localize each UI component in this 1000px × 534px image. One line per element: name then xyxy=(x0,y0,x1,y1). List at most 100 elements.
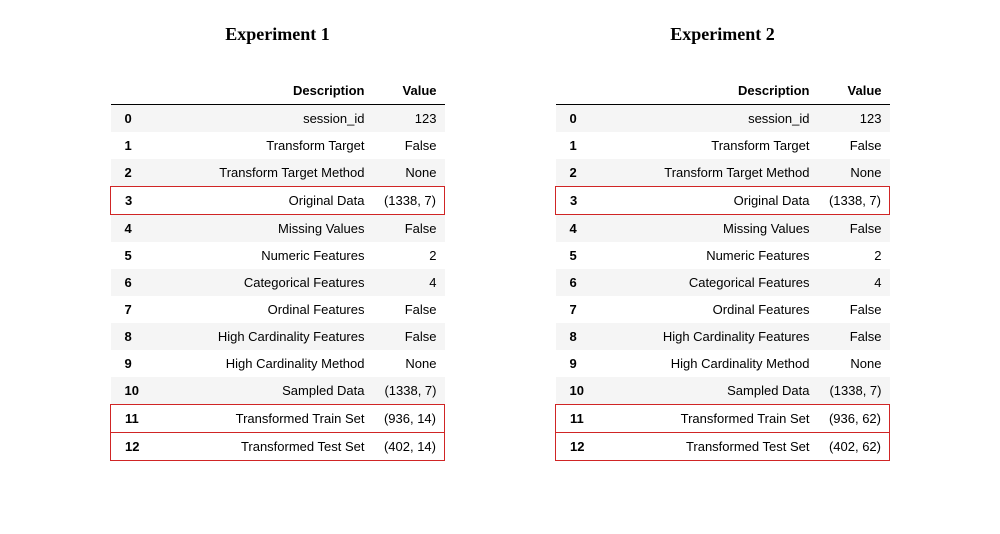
table-row: 11Transformed Train Set(936, 62) xyxy=(556,405,890,433)
row-value: False xyxy=(818,323,890,350)
row-value: None xyxy=(818,350,890,377)
row-index: 0 xyxy=(556,105,600,133)
row-index: 2 xyxy=(556,159,600,187)
col-header-description: Description xyxy=(600,77,818,105)
table-row: 10Sampled Data(1338, 7) xyxy=(111,377,445,405)
table-row: 2Transform Target MethodNone xyxy=(556,159,890,187)
table-row: 6Categorical Features4 xyxy=(556,269,890,296)
row-index: 5 xyxy=(111,242,155,269)
table-row: 8High Cardinality FeaturesFalse xyxy=(111,323,445,350)
row-description: Ordinal Features xyxy=(600,296,818,323)
experiments-container: Experiment 1 Description Value 0session_… xyxy=(80,24,920,461)
row-index: 4 xyxy=(111,215,155,243)
table-row: 12Transformed Test Set(402, 14) xyxy=(111,433,445,461)
row-index: 10 xyxy=(556,377,600,405)
row-index: 10 xyxy=(111,377,155,405)
row-index: 9 xyxy=(556,350,600,377)
col-header-value: Value xyxy=(818,77,890,105)
row-index: 1 xyxy=(556,132,600,159)
table-row: 0session_id123 xyxy=(111,105,445,133)
row-value: (1338, 7) xyxy=(818,377,890,405)
row-description: Transform Target xyxy=(155,132,373,159)
row-description: Numeric Features xyxy=(155,242,373,269)
row-index: 8 xyxy=(111,323,155,350)
row-index: 1 xyxy=(111,132,155,159)
row-index: 6 xyxy=(111,269,155,296)
row-description: Sampled Data xyxy=(600,377,818,405)
row-value: 2 xyxy=(818,242,890,269)
experiment-1-title: Experiment 1 xyxy=(110,24,445,45)
row-index: 11 xyxy=(111,405,155,433)
row-description: High Cardinality Method xyxy=(600,350,818,377)
experiment-2-title: Experiment 2 xyxy=(555,24,890,45)
experiment-1-table: Description Value 0session_id1231Transfo… xyxy=(110,77,445,461)
row-description: Missing Values xyxy=(600,215,818,243)
row-value: 2 xyxy=(373,242,445,269)
row-description: High Cardinality Features xyxy=(155,323,373,350)
row-value: False xyxy=(818,215,890,243)
table-row: 6Categorical Features4 xyxy=(111,269,445,296)
row-index: 12 xyxy=(111,433,155,461)
row-value: False xyxy=(373,215,445,243)
row-value: (1338, 7) xyxy=(818,187,890,215)
table-row: 4Missing ValuesFalse xyxy=(111,215,445,243)
col-header-index xyxy=(111,77,155,105)
row-description: Categorical Features xyxy=(155,269,373,296)
row-index: 3 xyxy=(111,187,155,215)
table-row: 8High Cardinality FeaturesFalse xyxy=(556,323,890,350)
row-value: (936, 14) xyxy=(373,405,445,433)
row-description: Transformed Train Set xyxy=(600,405,818,433)
row-value: 123 xyxy=(818,105,890,133)
table-row: 9High Cardinality MethodNone xyxy=(111,350,445,377)
row-value: 123 xyxy=(373,105,445,133)
experiment-2-tbody: 0session_id1231Transform TargetFalse2Tra… xyxy=(556,105,890,461)
row-value: False xyxy=(818,296,890,323)
experiment-1-panel: Experiment 1 Description Value 0session_… xyxy=(110,24,445,461)
table-row: 3Original Data(1338, 7) xyxy=(556,187,890,215)
row-description: Ordinal Features xyxy=(155,296,373,323)
table-row: 9High Cardinality MethodNone xyxy=(556,350,890,377)
row-index: 4 xyxy=(556,215,600,243)
row-description: High Cardinality Features xyxy=(600,323,818,350)
row-description: Numeric Features xyxy=(600,242,818,269)
row-value: False xyxy=(373,323,445,350)
row-value: 4 xyxy=(818,269,890,296)
row-index: 5 xyxy=(556,242,600,269)
row-index: 0 xyxy=(111,105,155,133)
row-description: Transform Target xyxy=(600,132,818,159)
experiment-1-tbody: 0session_id1231Transform TargetFalse2Tra… xyxy=(111,105,445,461)
row-value: None xyxy=(373,350,445,377)
table-row: 2Transform Target MethodNone xyxy=(111,159,445,187)
row-value: (402, 62) xyxy=(818,433,890,461)
row-description: Transformed Train Set xyxy=(155,405,373,433)
row-description: session_id xyxy=(155,105,373,133)
row-index: 9 xyxy=(111,350,155,377)
row-index: 6 xyxy=(556,269,600,296)
row-value: None xyxy=(818,159,890,187)
row-description: Transform Target Method xyxy=(155,159,373,187)
table-row: 4Missing ValuesFalse xyxy=(556,215,890,243)
row-value: (402, 14) xyxy=(373,433,445,461)
row-value: (936, 62) xyxy=(818,405,890,433)
row-description: Transformed Test Set xyxy=(600,433,818,461)
row-description: session_id xyxy=(600,105,818,133)
row-description: Categorical Features xyxy=(600,269,818,296)
row-index: 12 xyxy=(556,433,600,461)
row-value: False xyxy=(818,132,890,159)
row-description: Original Data xyxy=(600,187,818,215)
row-description: Transform Target Method xyxy=(600,159,818,187)
row-description: Missing Values xyxy=(155,215,373,243)
col-header-value: Value xyxy=(373,77,445,105)
table-row: 0session_id123 xyxy=(556,105,890,133)
row-value: (1338, 7) xyxy=(373,377,445,405)
table-row: 1Transform TargetFalse xyxy=(556,132,890,159)
table-row: 3Original Data(1338, 7) xyxy=(111,187,445,215)
experiment-2-panel: Experiment 2 Description Value 0session_… xyxy=(555,24,890,461)
row-index: 3 xyxy=(556,187,600,215)
col-header-index xyxy=(556,77,600,105)
row-index: 2 xyxy=(111,159,155,187)
experiment-2-table: Description Value 0session_id1231Transfo… xyxy=(555,77,890,461)
row-value: False xyxy=(373,296,445,323)
row-value: False xyxy=(373,132,445,159)
row-value: None xyxy=(373,159,445,187)
